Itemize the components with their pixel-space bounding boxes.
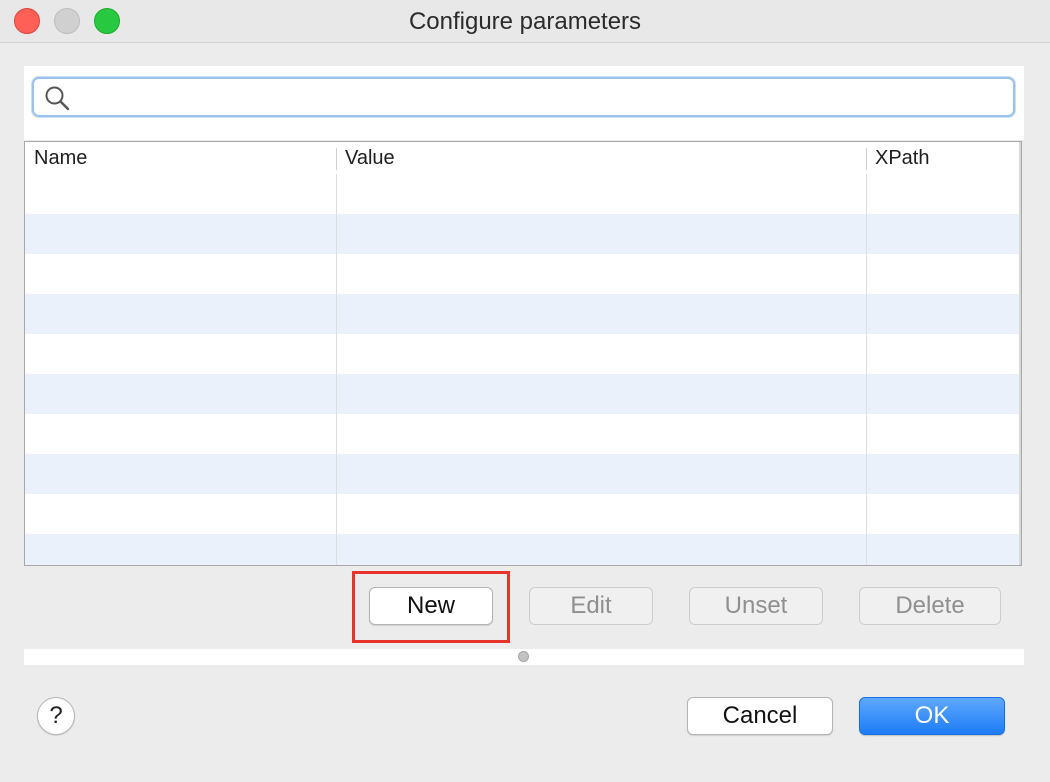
table-body [25, 174, 1019, 565]
table-row[interactable] [25, 454, 1019, 494]
column-header-value[interactable]: Value [336, 142, 866, 174]
table-row[interactable] [25, 494, 1019, 534]
search-box[interactable] [32, 77, 1015, 117]
cancel-button[interactable]: Cancel [687, 697, 833, 735]
help-button[interactable]: ? [37, 697, 75, 735]
table-row[interactable] [25, 174, 1019, 214]
search-input[interactable] [78, 83, 1002, 113]
table-row[interactable] [25, 334, 1019, 374]
table-right-edge [1019, 142, 1021, 565]
parameters-table: Name Value XPath [24, 141, 1022, 566]
window-title: Configure parameters [408, 8, 642, 35]
search-panel [24, 66, 1024, 140]
splitter-handle[interactable] [518, 651, 529, 662]
edit-button[interactable]: Edit [529, 587, 653, 625]
table-row[interactable] [25, 534, 1019, 565]
table-row[interactable] [25, 294, 1019, 334]
column-header-xpath[interactable]: XPath [866, 142, 1021, 174]
table-row[interactable] [25, 374, 1019, 414]
configure-parameters-dialog: Configure parameters Name Value XPath Ne… [0, 0, 1050, 782]
table-row[interactable] [25, 254, 1019, 294]
title-bar: Configure parameters [0, 0, 1050, 43]
ok-button[interactable]: OK [859, 697, 1005, 735]
column-divider [866, 174, 867, 565]
unset-button[interactable]: Unset [689, 587, 823, 625]
delete-button[interactable]: Delete [859, 587, 1001, 625]
table-row[interactable] [25, 414, 1019, 454]
search-icon [44, 85, 70, 111]
new-button[interactable]: New [369, 587, 493, 625]
column-header-name[interactable]: Name [25, 142, 336, 174]
table-header: Name Value XPath [25, 142, 1021, 174]
column-divider [336, 174, 337, 565]
table-row[interactable] [25, 214, 1019, 254]
